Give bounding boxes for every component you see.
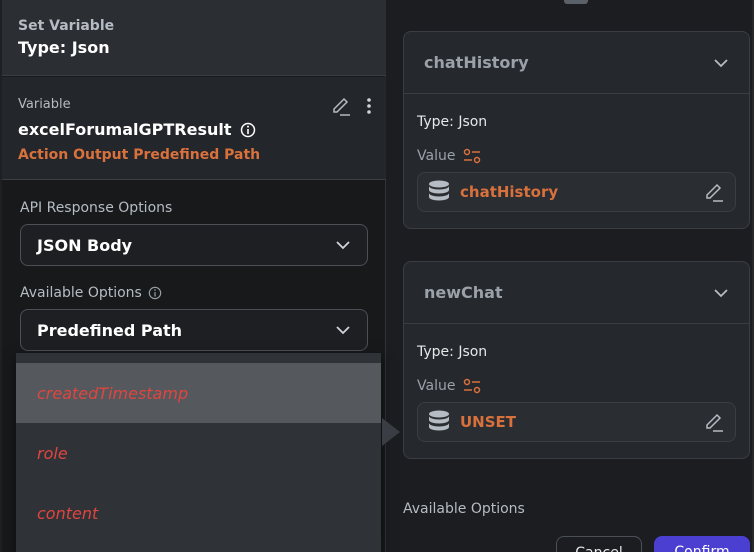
card-title: chatHistory (424, 53, 529, 72)
value-label: Value (417, 148, 736, 164)
panel-title: Type: Json (18, 38, 110, 57)
dropdown-item[interactable]: content (16, 483, 381, 543)
available-options-text: Available Options (20, 285, 142, 301)
available-options-select[interactable]: Predefined Path (20, 309, 368, 351)
info-icon[interactable] (240, 122, 256, 138)
value-label-text: Value (417, 378, 456, 394)
dropdown-top-strip (16, 353, 381, 363)
panel-header: Set Variable Type: Json (2, 0, 386, 76)
variable-source: Action Output Predefined Path (18, 147, 261, 163)
variable-card-newchat: newChat Type: Json Value UNSET (403, 261, 750, 459)
available-options-label: Available Options (403, 501, 525, 517)
chevron-down-icon[interactable] (713, 55, 729, 71)
value-field[interactable]: UNSET (417, 402, 736, 442)
api-response-value: JSON Body (37, 235, 133, 255)
cancel-button[interactable]: Cancel (556, 536, 642, 552)
variable-name: excelForumalGPTResult (18, 120, 232, 139)
info-icon[interactable] (148, 286, 162, 300)
edit-pencil-icon[interactable] (703, 411, 725, 433)
chevron-down-icon (336, 241, 350, 250)
variable-sliders-icon (464, 148, 481, 164)
dropdown-item[interactable]: role (16, 423, 381, 483)
value-text: UNSET (460, 413, 517, 431)
chevron-down-icon[interactable] (713, 285, 729, 301)
card-type: Type: Json (417, 344, 488, 360)
database-icon (429, 410, 449, 431)
chevron-down-icon (336, 326, 350, 335)
available-options-value: Predefined Path (37, 320, 183, 340)
available-options-row: Available Options (20, 285, 162, 301)
api-response-select[interactable]: JSON Body (20, 224, 368, 266)
panel-subtitle: Set Variable (18, 18, 115, 34)
confirm-button[interactable]: Confirm (654, 536, 750, 552)
api-response-options-text: API Response Options (20, 200, 173, 216)
edit-pencil-icon[interactable] (703, 181, 725, 203)
card-title: newChat (424, 283, 503, 302)
right-resize-handle[interactable] (564, 0, 588, 4)
value-text: chatHistory (460, 183, 559, 201)
api-response-options-label: API Response Options (20, 200, 172, 216)
more-vert-icon[interactable] (366, 97, 372, 115)
connector-pointer (382, 418, 400, 446)
value-label: Value (417, 378, 736, 394)
predefined-path-dropdown: createdTimestamp role content (16, 353, 381, 552)
card-header[interactable]: chatHistory (404, 32, 749, 94)
variable-sliders-icon (464, 378, 481, 394)
variable-card-chathistory: chatHistory Type: Json Value chatHistory (403, 31, 750, 229)
database-icon (429, 180, 449, 201)
variable-block: Variable excelForumalGPTResult Action Ou… (2, 77, 386, 180)
variable-label: Variable (18, 97, 71, 112)
value-field[interactable]: chatHistory (417, 172, 736, 212)
value-label-text: Value (417, 148, 456, 164)
card-header[interactable]: newChat (404, 262, 749, 324)
card-type: Type: Json (417, 114, 488, 130)
edit-pencil-icon[interactable] (330, 95, 352, 117)
dropdown-item[interactable]: createdTimestamp (16, 363, 381, 423)
